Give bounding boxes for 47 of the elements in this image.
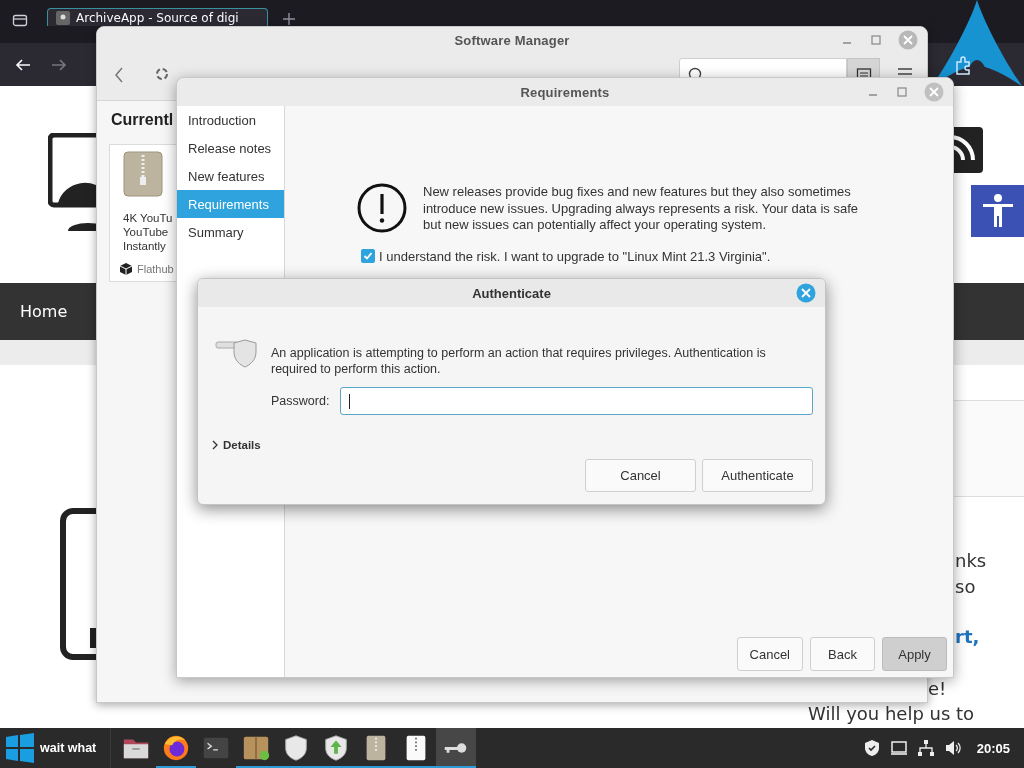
checkbox[interactable] bbox=[361, 249, 375, 263]
dialog-button[interactable]: Apply bbox=[882, 637, 947, 671]
dialog-title: Authenticate bbox=[472, 285, 551, 301]
section-heading: Currentl bbox=[111, 111, 174, 129]
dialog-button[interactable]: Cancel bbox=[585, 459, 696, 492]
check-icon bbox=[363, 251, 373, 261]
shield-icon[interactable] bbox=[862, 739, 881, 757]
nav-link[interactable]: Home bbox=[20, 302, 68, 321]
page-text: so bbox=[955, 576, 976, 598]
chevron-left-icon[interactable] bbox=[113, 65, 125, 85]
clock[interactable]: 20:05 bbox=[976, 740, 1010, 756]
sidebar-item[interactable]: Introduction bbox=[177, 106, 284, 134]
checkbox-label[interactable]: I understand the risk. I want to upgrade to "Linux Mint 21.3 Virginia". bbox=[379, 248, 771, 264]
page-text: Will you help us to bbox=[808, 703, 975, 725]
window-title: Software Manager bbox=[454, 32, 570, 48]
tab-list-icon[interactable] bbox=[12, 12, 28, 28]
app-source: Flathub bbox=[137, 263, 174, 275]
laptop-icon[interactable] bbox=[889, 739, 908, 757]
auth-message: An application is attempting to perform an action that requires privileges. Authentication is required to perform this action. bbox=[271, 345, 767, 377]
taskbar-app[interactable] bbox=[436, 728, 477, 768]
start-button[interactable]: wait what bbox=[0, 728, 111, 768]
cube-icon bbox=[119, 262, 133, 276]
field-label: Password: bbox=[271, 394, 330, 408]
spinner-icon[interactable] bbox=[155, 67, 169, 81]
key-shield-icon bbox=[215, 336, 259, 368]
accessibility-button[interactable] bbox=[971, 185, 1024, 237]
network-icon[interactable] bbox=[916, 739, 935, 757]
close-icon[interactable] bbox=[796, 283, 816, 303]
details-toggle[interactable]: Details bbox=[211, 439, 261, 451]
page-link[interactable]: rt, bbox=[955, 626, 980, 648]
person-icon bbox=[981, 194, 1014, 228]
warning-icon bbox=[357, 183, 407, 233]
page-text: e! bbox=[928, 678, 947, 700]
dialog-button[interactable]: Back bbox=[810, 637, 875, 671]
page-text: nks bbox=[955, 550, 987, 572]
favicon-icon bbox=[56, 11, 70, 25]
window-title: Requirements bbox=[520, 84, 610, 100]
plus-icon[interactable] bbox=[282, 12, 296, 26]
dialog-button[interactable]: Cancel bbox=[736, 637, 803, 671]
volume-icon[interactable] bbox=[943, 739, 962, 757]
windows-logo-icon bbox=[4, 732, 36, 764]
browser-tab[interactable]: ArchiveApp - Source of digi bbox=[47, 8, 268, 26]
warning-text: New releases provide bug fixes and new features but they also sometimes introduce new issues. Upgrading always represents a risk. Your data is safe but new issues can potentially affect your operating system. bbox=[423, 184, 859, 234]
app-name: 4K YouTu YouTube Instantly bbox=[123, 211, 173, 253]
password-field[interactable] bbox=[340, 387, 813, 415]
dialog-button[interactable]: Authenticate bbox=[702, 459, 813, 492]
archive-icon bbox=[123, 151, 163, 197]
